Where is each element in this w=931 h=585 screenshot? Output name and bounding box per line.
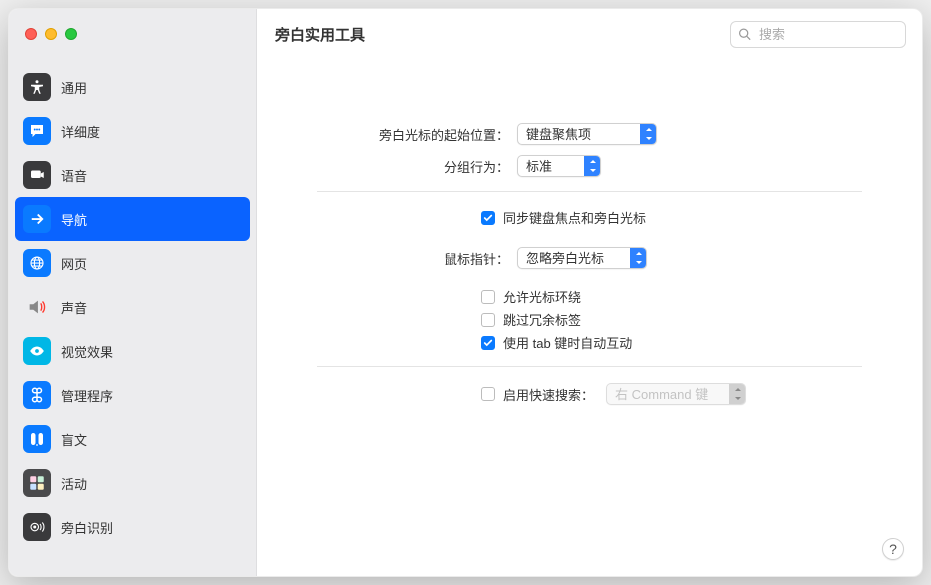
quick-search-label: 启用快速搜索： <box>503 385 594 404</box>
quick-search-checkbox[interactable] <box>481 387 495 401</box>
sidebar-item-label: 网页 <box>61 254 87 273</box>
cursor-start-select[interactable]: 键盘聚焦项 <box>517 123 657 145</box>
search-icon <box>738 28 751 41</box>
sidebar-item-label: 视觉效果 <box>61 342 113 361</box>
message-icon <box>23 117 51 145</box>
sidebar-item-general[interactable]: 通用 <box>9 65 256 109</box>
quick-search-select: 右 Command 键 <box>606 383 746 405</box>
sidebar-item-label: 语音 <box>61 166 87 185</box>
sidebar-item-recognition[interactable]: 旁白识别 <box>9 505 256 549</box>
cursor-start-select-wrap: 键盘聚焦项 <box>517 123 657 145</box>
recognition-icon <box>23 513 51 541</box>
traffic-lights <box>9 28 257 40</box>
row-skip-redundant: 跳过冗余标签 <box>317 310 862 329</box>
row-mouse-pointer: 鼠标指针： 忽略旁白光标 <box>317 247 862 269</box>
command-icon <box>23 381 51 409</box>
row-sync-keyboard: 同步键盘焦点和旁白光标 <box>317 208 862 227</box>
sidebar-item-sound[interactable]: 声音 <box>9 285 256 329</box>
sidebar-item-label: 旁白识别 <box>61 518 113 537</box>
grouping-select-wrap: 标准 <box>517 155 601 177</box>
speaker-icon <box>23 293 51 321</box>
grouping-select[interactable]: 标准 <box>517 155 601 177</box>
sidebar-item-braille[interactable]: 盲文 <box>9 417 256 461</box>
close-button[interactable] <box>25 28 37 40</box>
titlebar: 旁白实用工具 <box>9 9 922 59</box>
sidebar-item-activities[interactable]: 活动 <box>9 461 256 505</box>
mouse-pointer-select[interactable]: 忽略旁白光标 <box>517 247 647 269</box>
help-icon: ? <box>889 541 897 557</box>
row-tab-auto: 使用 tab 键时自动互动 <box>317 333 862 352</box>
activity-icon <box>23 469 51 497</box>
window: 旁白实用工具 通用 详细度 语音 <box>8 8 923 577</box>
sidebar-item-label: 盲文 <box>61 430 87 449</box>
row-quick-search: 启用快速搜索： 右 Command 键 <box>317 383 862 405</box>
sidebar-item-visuals[interactable]: 视觉效果 <box>9 329 256 373</box>
allow-wrap-checkbox[interactable] <box>481 290 495 304</box>
window-title: 旁白实用工具 <box>257 24 730 45</box>
row-allow-wrap: 允许光标环绕 <box>317 287 862 306</box>
help-button[interactable]: ? <box>882 538 904 560</box>
sidebar: 通用 详细度 语音 导航 网页 <box>9 9 257 576</box>
content-pane: 旁白光标的起始位置： 键盘聚焦项 分组行为： 标准 <box>257 9 922 576</box>
mouse-pointer-label: 鼠标指针： <box>317 249 517 268</box>
maximize-button[interactable] <box>65 28 77 40</box>
braille-icon <box>23 425 51 453</box>
row-grouping: 分组行为： 标准 <box>317 155 862 177</box>
mouse-pointer-select-wrap: 忽略旁白光标 <box>517 247 647 269</box>
cursor-start-label: 旁白光标的起始位置： <box>317 125 517 144</box>
sidebar-item-label: 导航 <box>61 210 87 229</box>
speech-icon <box>23 161 51 189</box>
sidebar-item-speech[interactable]: 语音 <box>9 153 256 197</box>
sidebar-item-web[interactable]: 网页 <box>9 241 256 285</box>
sidebar-item-label: 管理程序 <box>61 386 113 405</box>
search-field-wrap <box>730 21 906 48</box>
tab-auto-checkbox[interactable] <box>481 336 495 350</box>
skip-redundant-label: 跳过冗余标签 <box>503 310 581 329</box>
sync-keyboard-checkbox[interactable] <box>481 211 495 225</box>
sync-keyboard-label: 同步键盘焦点和旁白光标 <box>503 208 646 227</box>
minimize-button[interactable] <box>45 28 57 40</box>
skip-redundant-checkbox[interactable] <box>481 313 495 327</box>
quick-search-select-wrap: 右 Command 键 <box>606 383 746 405</box>
universal-icon <box>23 73 51 101</box>
globe-icon <box>23 249 51 277</box>
allow-wrap-label: 允许光标环绕 <box>503 287 581 306</box>
divider <box>317 191 862 192</box>
search-input[interactable] <box>730 21 906 48</box>
sidebar-item-label: 详细度 <box>61 122 100 141</box>
eye-icon <box>23 337 51 365</box>
tab-auto-label: 使用 tab 键时自动互动 <box>503 333 632 352</box>
sidebar-item-label: 声音 <box>61 298 87 317</box>
sidebar-item-label: 通用 <box>61 78 87 97</box>
row-cursor-start: 旁白光标的起始位置： 键盘聚焦项 <box>317 123 862 145</box>
sidebar-item-label: 活动 <box>61 474 87 493</box>
sidebar-item-commanders[interactable]: 管理程序 <box>9 373 256 417</box>
divider <box>317 366 862 367</box>
sidebar-item-navigation[interactable]: 导航 <box>15 197 250 241</box>
sidebar-item-verbosity[interactable]: 详细度 <box>9 109 256 153</box>
grouping-label: 分组行为： <box>317 157 517 176</box>
arrow-icon <box>23 205 51 233</box>
